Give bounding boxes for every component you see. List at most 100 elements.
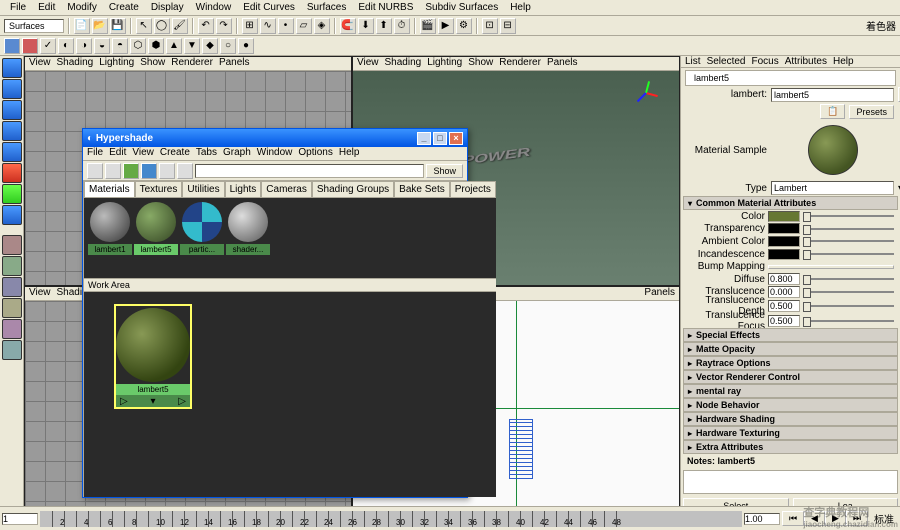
new-scene-icon[interactable]: 📄	[74, 18, 90, 34]
shelf-btn-9[interactable]: ⬢	[148, 38, 164, 54]
shelf-btn-12[interactable]: ◆	[202, 38, 218, 54]
shelf-btn-14[interactable]: ●	[238, 38, 254, 54]
layout-icon[interactable]: ⊡	[482, 18, 498, 34]
render-globals-icon[interactable]: ⚙	[456, 18, 472, 34]
scale-tool[interactable]	[2, 142, 22, 162]
paint-select-icon[interactable]: 🖌	[172, 18, 188, 34]
redo-icon[interactable]: ↷	[216, 18, 232, 34]
module-selector[interactable]: Surfaces	[4, 19, 64, 33]
shelf-btn-5[interactable]: ◑	[76, 38, 92, 54]
layout-two-side[interactable]	[2, 277, 22, 297]
shelf-btn-8[interactable]: ⬡	[130, 38, 146, 54]
hs-tool-5[interactable]	[159, 163, 175, 179]
translucence-depth-field[interactable]	[768, 300, 800, 312]
open-scene-icon[interactable]: 📂	[92, 18, 108, 34]
shelf-btn-6[interactable]: ◒	[94, 38, 110, 54]
timeline-ruler[interactable]: 2468101214161820222426283032343638404244…	[40, 511, 742, 527]
snap-point-icon[interactable]: •	[278, 18, 294, 34]
snap-curve-icon[interactable]: ∿	[260, 18, 276, 34]
transparency-swatch[interactable]	[768, 223, 800, 234]
diffuse-slider[interactable]	[803, 278, 894, 280]
shelf-btn-3[interactable]: ✓	[40, 38, 56, 54]
shelf-btn-7[interactable]: ◓	[112, 38, 128, 54]
menu-editcurves[interactable]: Edit Curves	[237, 2, 301, 13]
hs-node-lambert5[interactable]: lambert5 ▷▾▷	[114, 304, 192, 409]
hs-materials-bin[interactable]: lambert1 lambert5 partic... shader...	[84, 198, 496, 278]
ae-name-field[interactable]	[771, 88, 894, 102]
hs-show-button[interactable]: Show	[426, 164, 463, 178]
hs-tool-6[interactable]	[177, 163, 193, 179]
color-swatch[interactable]	[768, 211, 800, 222]
layout-outliner[interactable]	[2, 340, 22, 360]
menu-surfaces[interactable]: Surfaces	[301, 2, 352, 13]
hs-rtab-projects[interactable]: Projects	[450, 181, 496, 198]
shelf-btn-11[interactable]: ▼	[184, 38, 200, 54]
incand-slider[interactable]	[803, 253, 894, 255]
shelf-btn-1[interactable]	[4, 38, 20, 54]
section-common-material[interactable]: Common Material Attributes	[683, 196, 898, 210]
hs-tool-4[interactable]	[141, 163, 157, 179]
section-hw-shading[interactable]: Hardware Shading	[683, 412, 898, 426]
save-scene-icon[interactable]: 💾	[110, 18, 126, 34]
hs-rtab-utilities[interactable]: Utilities	[182, 181, 224, 198]
undo-icon[interactable]: ↶	[198, 18, 214, 34]
magnet-icon[interactable]: 🧲	[340, 18, 356, 34]
select-tool-icon[interactable]: ↖	[136, 18, 152, 34]
rotate-tool[interactable]	[2, 121, 22, 141]
hs-tool-3[interactable]	[123, 163, 139, 179]
diffuse-field[interactable]	[768, 273, 800, 285]
menu-modify[interactable]: Modify	[61, 2, 102, 13]
layout-single[interactable]	[2, 235, 22, 255]
hs-mat-shader[interactable]: shader...	[226, 202, 270, 274]
color-slider[interactable]	[803, 215, 894, 217]
translucence-slider[interactable]	[803, 291, 894, 293]
show-manip-tool[interactable]	[2, 184, 22, 204]
layout-two-stack[interactable]	[2, 298, 22, 318]
shelf-btn-10[interactable]: ▲	[166, 38, 182, 54]
timeline-current-field[interactable]	[744, 513, 780, 525]
hs-workarea[interactable]: lambert5 ▷▾▷	[84, 292, 496, 497]
shelf-btn-2[interactable]	[22, 38, 38, 54]
hs-rtab-textures[interactable]: Textures	[135, 181, 183, 198]
menu-edit[interactable]: Edit	[32, 2, 61, 13]
snap-plane-icon[interactable]: ▱	[296, 18, 312, 34]
ae-tab-lambert5[interactable]: lambert5	[685, 70, 896, 86]
maximize-icon[interactable]: □	[433, 132, 447, 145]
hs-mat-lambert1[interactable]: lambert1	[88, 202, 132, 274]
select-tool[interactable]	[2, 58, 22, 78]
section-node-behavior[interactable]: Node Behavior	[683, 398, 898, 412]
layout2-icon[interactable]: ⊟	[500, 18, 516, 34]
ae-presets-icon[interactable]: 📋	[820, 104, 845, 119]
menu-help[interactable]: Help	[504, 2, 537, 13]
ipr-render-icon[interactable]: ▶	[438, 18, 454, 34]
hs-mat-lambert5[interactable]: lambert5	[134, 202, 178, 274]
hypershade-window[interactable]: ◐ Hypershade _ □ × FileEditViewCreateTab…	[82, 128, 468, 498]
snap-live-icon[interactable]: ◈	[314, 18, 330, 34]
layout-three[interactable]	[2, 319, 22, 339]
lasso-icon[interactable]: ◯	[154, 18, 170, 34]
output-op-icon[interactable]: ⬆	[376, 18, 392, 34]
construction-history-icon[interactable]: ⏱	[394, 18, 410, 34]
soft-mod-tool[interactable]	[2, 163, 22, 183]
section-extra[interactable]: Extra Attributes	[683, 440, 898, 454]
translucence-field[interactable]	[768, 286, 800, 298]
section-mentalray[interactable]: mental ray	[683, 384, 898, 398]
ae-presets-button[interactable]: Presets	[849, 105, 894, 119]
hs-filter-field[interactable]	[195, 164, 424, 178]
transparency-slider[interactable]	[803, 228, 894, 230]
minimize-icon[interactable]: _	[417, 132, 431, 145]
play-start-icon[interactable]: ⏮	[782, 511, 804, 526]
hs-rtab-bakesets[interactable]: Bake Sets	[394, 181, 450, 198]
input-op-icon[interactable]: ⬇	[358, 18, 374, 34]
hs-rtab-lights[interactable]: Lights	[225, 181, 262, 198]
notes-field[interactable]	[683, 470, 898, 494]
bump-map-button[interactable]	[768, 265, 894, 269]
lasso-tool[interactable]	[2, 79, 22, 99]
section-vector[interactable]: Vector Renderer Control	[683, 370, 898, 384]
hs-mat-particle[interactable]: partic...	[180, 202, 224, 274]
ambient-swatch[interactable]	[768, 236, 800, 247]
section-matte[interactable]: Matte Opacity	[683, 342, 898, 356]
render-icon[interactable]: 🎬	[420, 18, 436, 34]
hypershade-titlebar[interactable]: ◐ Hypershade _ □ ×	[83, 129, 467, 147]
type-dropdown[interactable]	[771, 181, 894, 195]
